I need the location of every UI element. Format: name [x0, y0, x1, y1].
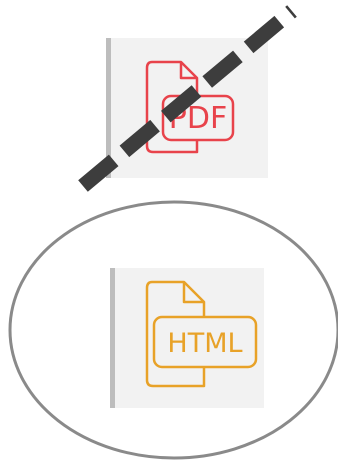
format-choice-screen: PDF HTML [0, 0, 338, 468]
strike-through-mark [78, 5, 297, 192]
selection-circle-mark [8, 200, 338, 460]
annotation-layer [8, 5, 338, 460]
